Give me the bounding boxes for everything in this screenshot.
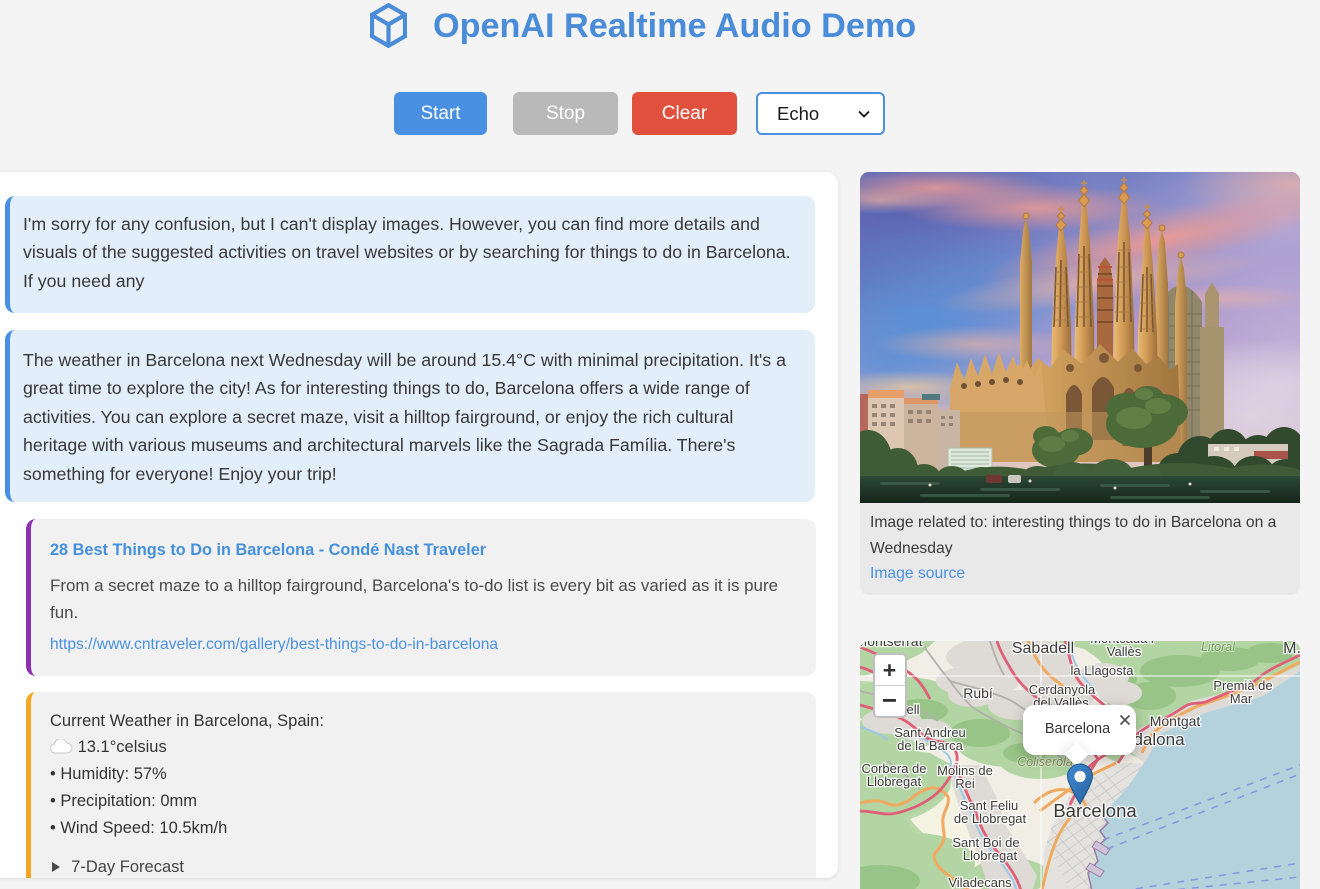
svg-text:Sabadell: Sabadell: [1012, 641, 1074, 657]
svg-text:Coliserola: Coliserola: [1017, 755, 1073, 769]
svg-text:Rubí: Rubí: [963, 685, 993, 701]
svg-text:M.: M.: [1283, 641, 1300, 657]
svg-text:Vallès: Vallès: [1107, 644, 1142, 659]
svg-text:Rei: Rei: [955, 776, 975, 791]
svg-text:Litoral: Litoral: [1201, 641, 1236, 654]
svg-text:ell: ell: [906, 702, 919, 717]
svg-text:de Llobregat: de Llobregat: [954, 811, 1027, 826]
svg-text:la Llagosta: la Llagosta: [1071, 663, 1135, 678]
svg-text:Llobregat: Llobregat: [867, 774, 922, 789]
svg-text:de la Barca: de la Barca: [897, 738, 964, 753]
svg-text:dalona: dalona: [1133, 730, 1185, 749]
svg-text:Llobregat: Llobregat: [963, 848, 1018, 863]
svg-text:Viladecans: Viladecans: [948, 875, 1012, 889]
svg-text:Mar: Mar: [1230, 691, 1253, 706]
svg-text:Barcelona: Barcelona: [1053, 800, 1137, 821]
svg-text:Montserrat: Montserrat: [860, 641, 923, 649]
svg-text:Montgat: Montgat: [1150, 713, 1201, 729]
